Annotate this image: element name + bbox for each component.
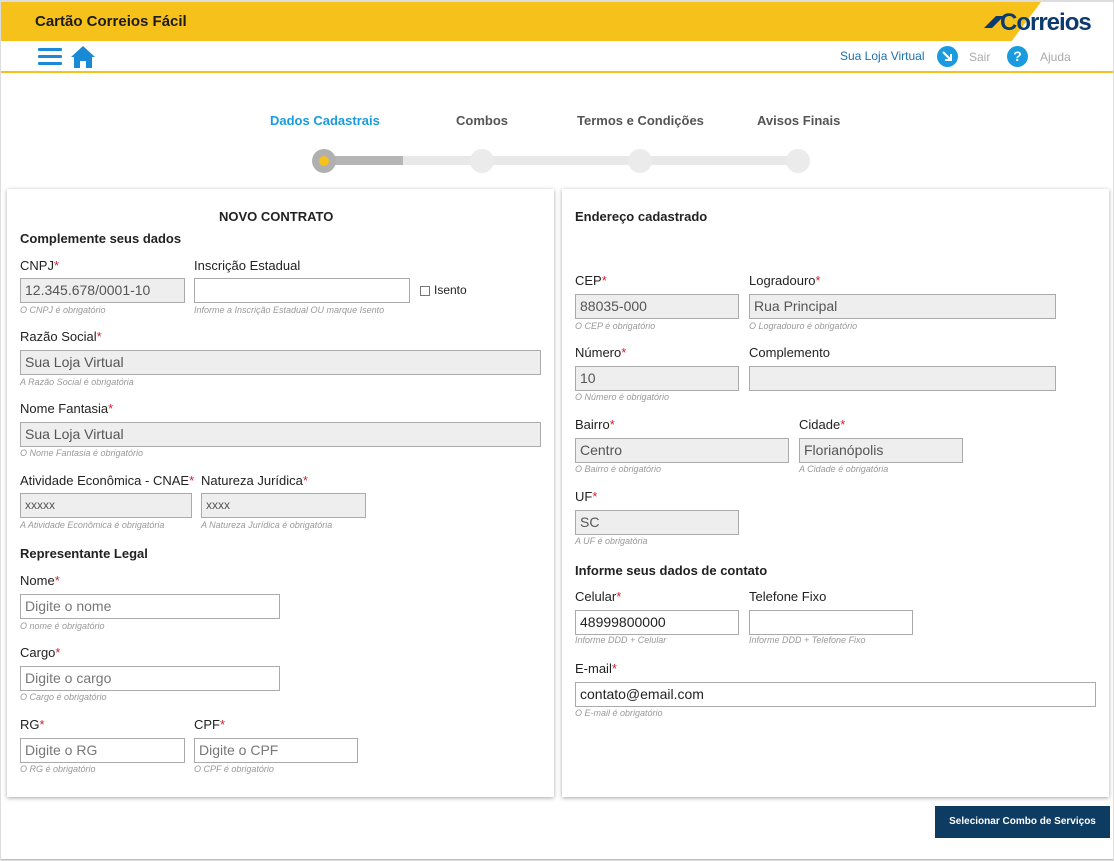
- cnpj-hint: O CNPJ é obrigatório: [20, 305, 106, 315]
- numero-hint: O Número é obrigatório: [575, 392, 670, 402]
- razao-label: Razão Social*: [20, 329, 102, 344]
- email-field[interactable]: contato@email.com: [575, 682, 1096, 707]
- cnae-label: Atividade Econômica - CNAE*: [20, 473, 195, 488]
- select-combo-button[interactable]: Selecionar Combo de Serviços: [935, 806, 1110, 838]
- cep-label: CEP*: [575, 273, 607, 288]
- cnpj-label: CNPJ*: [20, 258, 60, 273]
- uf-label: UF*: [575, 489, 598, 504]
- cnae-field[interactable]: xxxxx: [20, 493, 192, 518]
- nome-hint: O nome é obrigatório: [20, 621, 105, 631]
- nome-field[interactable]: Digite o nome: [20, 594, 280, 619]
- rg-field[interactable]: Digite o RG: [20, 738, 185, 763]
- section-representante: Representante Legal: [20, 546, 148, 561]
- ie-hint: Informe a Inscrição Estadual OU marque I…: [194, 305, 385, 315]
- cidade-label: Cidade*: [799, 417, 846, 432]
- fantasia-hint: O Nome Fantasia é obrigatório: [20, 448, 144, 458]
- rg-label: RG*: [20, 717, 45, 732]
- ie-label: Inscrição Estadual: [194, 258, 301, 273]
- section-complement: Complemente seus dados: [20, 231, 182, 246]
- celular-label: Celular*: [575, 589, 622, 604]
- main-content: Dados Cadastrais Combos Termos e Condiçõ…: [1, 73, 1113, 860]
- card-title: NOVO CONTRATO: [219, 209, 334, 224]
- logradouro-hint: O Logradouro é obrigatório: [749, 321, 858, 331]
- cpf-field[interactable]: Digite o CPF: [194, 738, 358, 763]
- natureza-label: Natureza Jurídica*: [201, 473, 308, 488]
- step-combos[interactable]: Combos: [456, 113, 508, 128]
- fixo-field[interactable]: [749, 610, 913, 635]
- celular-field[interactable]: 48999800000: [575, 610, 739, 635]
- email-hint: O E-mail é obrigatório: [575, 708, 663, 718]
- natureza-field[interactable]: xxxx: [201, 493, 366, 518]
- help-icon[interactable]: ?: [1007, 46, 1028, 67]
- nav-bar: Sua Loja Virtual Sair ? Ajuda: [1, 41, 1113, 73]
- ie-field[interactable]: [194, 278, 410, 303]
- address-card: Endereço cadastrado CEP* 88035-000 O CEP…: [562, 189, 1109, 797]
- cidade-hint: A Cidade é obrigatória: [799, 464, 889, 474]
- fantasia-label: Nome Fantasia*: [20, 401, 114, 416]
- step-dot-1: [312, 149, 336, 173]
- logo-text: Correios: [1000, 9, 1092, 36]
- bairro-label: Bairro*: [575, 417, 615, 432]
- cargo-label: Cargo*: [20, 645, 61, 660]
- numero-field[interactable]: 10: [575, 366, 739, 391]
- uf-hint: A UF é obrigatória: [575, 536, 648, 546]
- step-termos[interactable]: Termos e Condições: [577, 113, 704, 128]
- isento-label: Isento: [434, 283, 467, 297]
- step-dados-cadastrais[interactable]: Dados Cadastrais: [270, 113, 380, 128]
- fixo-hint: Informe DDD + Telefone Fixo: [749, 635, 866, 645]
- logout-icon[interactable]: [937, 46, 958, 67]
- razao-field[interactable]: Sua Loja Virtual: [20, 350, 541, 375]
- logradouro-field[interactable]: Rua Principal: [749, 294, 1056, 319]
- bairro-field[interactable]: Centro: [575, 438, 789, 463]
- progress-track: [403, 156, 799, 165]
- step-dot-2: [470, 149, 494, 173]
- step-dot-4: [786, 149, 810, 173]
- cargo-field[interactable]: Digite o cargo: [20, 666, 280, 691]
- celular-hint: Informe DDD + Celular: [575, 635, 667, 645]
- complemento-field[interactable]: [749, 366, 1056, 391]
- cnpj-field[interactable]: 12.345.678/0001-10: [20, 278, 185, 303]
- isento-checkbox[interactable]: [420, 286, 430, 296]
- home-icon[interactable]: [70, 44, 96, 70]
- step-dot-3: [628, 149, 652, 173]
- cnae-hint: A Atividade Econômica é obrigatória: [20, 520, 165, 530]
- cpf-label: CPF*: [194, 717, 226, 732]
- natureza-hint: A Natureza Jurídica é obrigatória: [201, 520, 333, 530]
- logout-link[interactable]: Sair: [969, 50, 990, 64]
- bairro-hint: O Bairro é obrigatório: [575, 464, 662, 474]
- company-card: NOVO CONTRATO Complemente seus dados CNP…: [7, 189, 554, 797]
- cep-hint: O CEP é obrigatório: [575, 321, 656, 331]
- numero-label: Número*: [575, 345, 627, 360]
- address-title: Endereço cadastrado: [575, 209, 708, 224]
- menu-icon[interactable]: [38, 48, 62, 66]
- cep-field[interactable]: 88035-000: [575, 294, 739, 319]
- app-title: Cartão Correios Fácil: [35, 13, 187, 30]
- section-contato: Informe seus dados de contato: [575, 563, 768, 578]
- step-avisos[interactable]: Avisos Finais: [757, 113, 840, 128]
- cargo-hint: O Cargo é obrigatório: [20, 692, 107, 702]
- email-label: E-mail*: [575, 661, 617, 676]
- razao-hint: A Razão Social é obrigatória: [20, 377, 134, 387]
- top-bar: Cartão Correios Fácil Correios: [1, 1, 1113, 42]
- cidade-field[interactable]: Florianópolis: [799, 438, 963, 463]
- complemento-label: Complemento: [749, 345, 830, 360]
- store-name-link[interactable]: Sua Loja Virtual: [840, 49, 925, 63]
- uf-field[interactable]: SC: [575, 510, 739, 535]
- help-link[interactable]: Ajuda: [1040, 50, 1071, 64]
- logradouro-label: Logradouro*: [749, 273, 821, 288]
- cpf-hint: O CPF é obrigatório: [194, 764, 274, 774]
- nome-label: Nome*: [20, 573, 60, 588]
- fantasia-field[interactable]: Sua Loja Virtual: [20, 422, 541, 447]
- fixo-label: Telefone Fixo: [749, 589, 827, 604]
- app-window: Cartão Correios Fácil Correios Sua Loja …: [0, 0, 1114, 861]
- rg-hint: O RG é obrigatório: [20, 764, 96, 774]
